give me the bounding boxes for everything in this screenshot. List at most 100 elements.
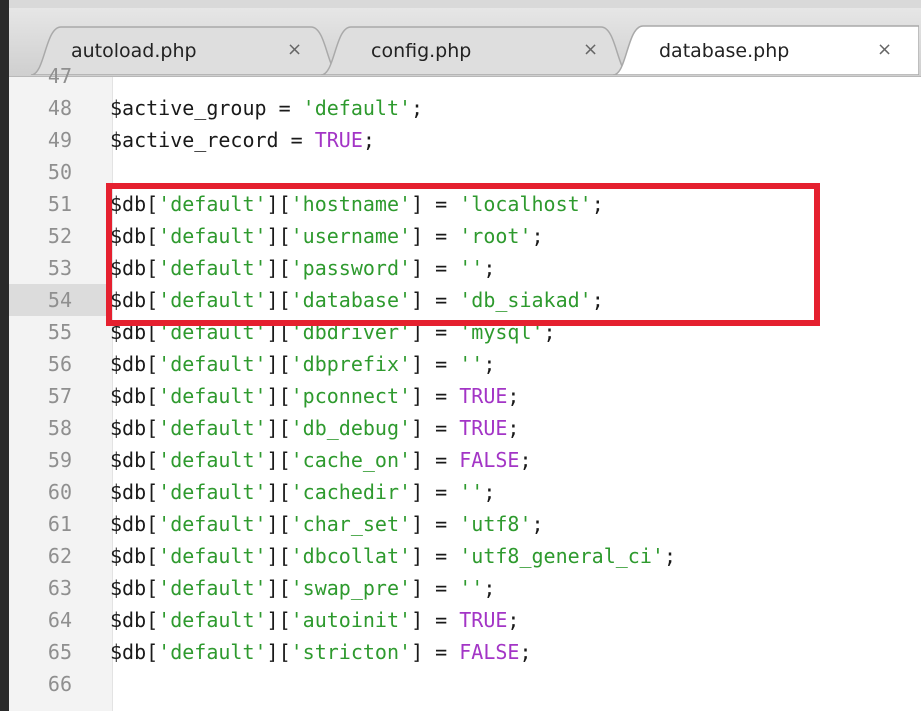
code-text: $db['default']['cache_on'] = FALSE; [110, 444, 532, 476]
code-token: ] = [411, 384, 460, 408]
code-token: 'database' [290, 288, 412, 312]
code-line[interactable]: 48 $active_group = 'default'; [9, 92, 921, 124]
code-token: ][ [266, 608, 291, 632]
line-number: 51 [47, 192, 72, 216]
code-token: ] = [411, 256, 460, 280]
code-token: 'pconnect' [290, 384, 412, 408]
code-token: $db[ [110, 224, 159, 248]
line-number: 58 [47, 416, 72, 440]
code-token: 'localhost' [459, 192, 592, 216]
code-token: ] = [411, 320, 460, 344]
tab-label: database.php [659, 40, 790, 62]
code-line[interactable]: 59 $db['default']['cache_on'] = FALSE; [9, 444, 921, 476]
code-line[interactable]: 61 $db['default']['char_set'] = 'utf8'; [9, 508, 921, 540]
code-text: $db['default']['pconnect'] = TRUE; [110, 380, 519, 412]
code-editor[interactable]: 47 48 $active_group = 'default'; 49 $active_… [9, 64, 921, 711]
code-line[interactable]: 52 $db['default']['username'] = 'root'; [9, 220, 921, 252]
line-number: 53 [47, 256, 72, 280]
line-number: 48 [47, 96, 72, 120]
code-token: ; [663, 544, 676, 568]
code-line[interactable]: 54 $db['default']['database'] = 'db_siaka… [9, 284, 921, 316]
code-token: $db[ [110, 512, 159, 536]
code-token: $db[ [110, 416, 159, 440]
code-text: $db['default']['database'] = 'db_siakad'… [110, 284, 604, 316]
code-token: $db[ [110, 256, 159, 280]
code-token: 'default' [158, 448, 267, 472]
code-token: ][ [266, 544, 291, 568]
code-token: ] = [411, 576, 460, 600]
code-token: 'default' [158, 480, 267, 504]
code-line[interactable]: 51 $db['default']['hostname'] = 'localhos… [9, 188, 921, 220]
code-token: ] = [411, 416, 460, 440]
code-token: $active_record [110, 128, 279, 152]
code-token: '' [459, 256, 484, 280]
code-token: TRUE [459, 416, 508, 440]
code-token: ; [531, 512, 544, 536]
code-line[interactable]: 66 [9, 668, 921, 700]
code-token: '' [459, 576, 484, 600]
code-token: ; [483, 480, 496, 504]
code-token: $active_group [110, 96, 267, 120]
code-text: $active_group = 'default'; [110, 92, 423, 124]
code-token: ] = [411, 192, 460, 216]
code-text: $db['default']['stricton'] = FALSE; [110, 636, 532, 668]
code-token: 'default' [158, 608, 267, 632]
close-icon[interactable]: × [583, 39, 598, 60]
code-line[interactable]: 65 $db['default']['stricton'] = FALSE; [9, 636, 921, 668]
code-token: FALSE [459, 640, 520, 664]
code-line[interactable]: 64 $db['default']['autoinit'] = TRUE; [9, 604, 921, 636]
code-token: ; [519, 448, 532, 472]
code-token: 'default' [158, 576, 267, 600]
code-token: ][ [266, 416, 291, 440]
code-token: $db[ [110, 192, 159, 216]
line-number: 52 [47, 224, 72, 248]
close-icon[interactable]: × [877, 39, 892, 60]
window-top-edge [0, 0, 921, 8]
code-line[interactable]: 63 $db['default']['swap_pre'] = ''; [9, 572, 921, 604]
code-token: 'default' [158, 320, 267, 344]
code-token: 'cachedir' [290, 480, 412, 504]
code-token: TRUE [459, 608, 508, 632]
code-line[interactable]: 50 [9, 156, 921, 188]
code-line[interactable]: 57 $db['default']['pconnect'] = TRUE; [9, 380, 921, 412]
code-line[interactable]: 47 [9, 60, 921, 92]
code-token: ] = [411, 288, 460, 312]
code-token: 'default' [158, 224, 267, 248]
code-token: 'utf8_general_ci' [459, 544, 664, 568]
line-number: 49 [47, 128, 72, 152]
code-token: ; [483, 352, 496, 376]
code-line[interactable]: 58 $db['default']['db_debug'] = TRUE; [9, 412, 921, 444]
code-token: 'dbdriver' [290, 320, 412, 344]
close-icon[interactable]: × [287, 39, 302, 60]
line-number: 59 [47, 448, 72, 472]
code-token: ; [362, 128, 375, 152]
code-token: 'db_debug' [290, 416, 412, 440]
code-token: 'default' [158, 384, 267, 408]
code-token: ][ [266, 576, 291, 600]
tab-label: config.php [371, 40, 472, 62]
code-token: FALSE [459, 448, 520, 472]
code-token: ][ [266, 288, 291, 312]
code-text: $active_record = TRUE; [110, 124, 375, 156]
code-token: ] = [411, 480, 460, 504]
code-line[interactable]: 56 $db['default']['dbprefix'] = ''; [9, 348, 921, 380]
code-line[interactable]: 60 $db['default']['cachedir'] = ''; [9, 476, 921, 508]
code-line[interactable]: 62 $db['default']['dbcollat'] = 'utf8_gen… [9, 540, 921, 572]
code-token: ][ [266, 352, 291, 376]
code-line[interactable]: 53 $db['default']['password'] = ''; [9, 252, 921, 284]
code-token: 'root' [459, 224, 532, 248]
code-token: $db[ [110, 352, 159, 376]
line-number: 54 [47, 288, 72, 312]
code-line[interactable]: 55 $db['default']['dbdriver'] = 'mysql'; [9, 316, 921, 348]
code-text: $db['default']['dbprefix'] = ''; [110, 348, 495, 380]
code-token: TRUE [459, 384, 508, 408]
code-line[interactable]: 49 $active_record = TRUE; [9, 124, 921, 156]
code-token: 'default' [158, 640, 267, 664]
code-token: ; [507, 608, 520, 632]
code-token: ; [519, 640, 532, 664]
line-number: 65 [47, 640, 72, 664]
code-token: ][ [266, 384, 291, 408]
code-token: 'hostname' [290, 192, 412, 216]
code-token: $db[ [110, 480, 159, 504]
code-token: 'db_siakad' [459, 288, 592, 312]
